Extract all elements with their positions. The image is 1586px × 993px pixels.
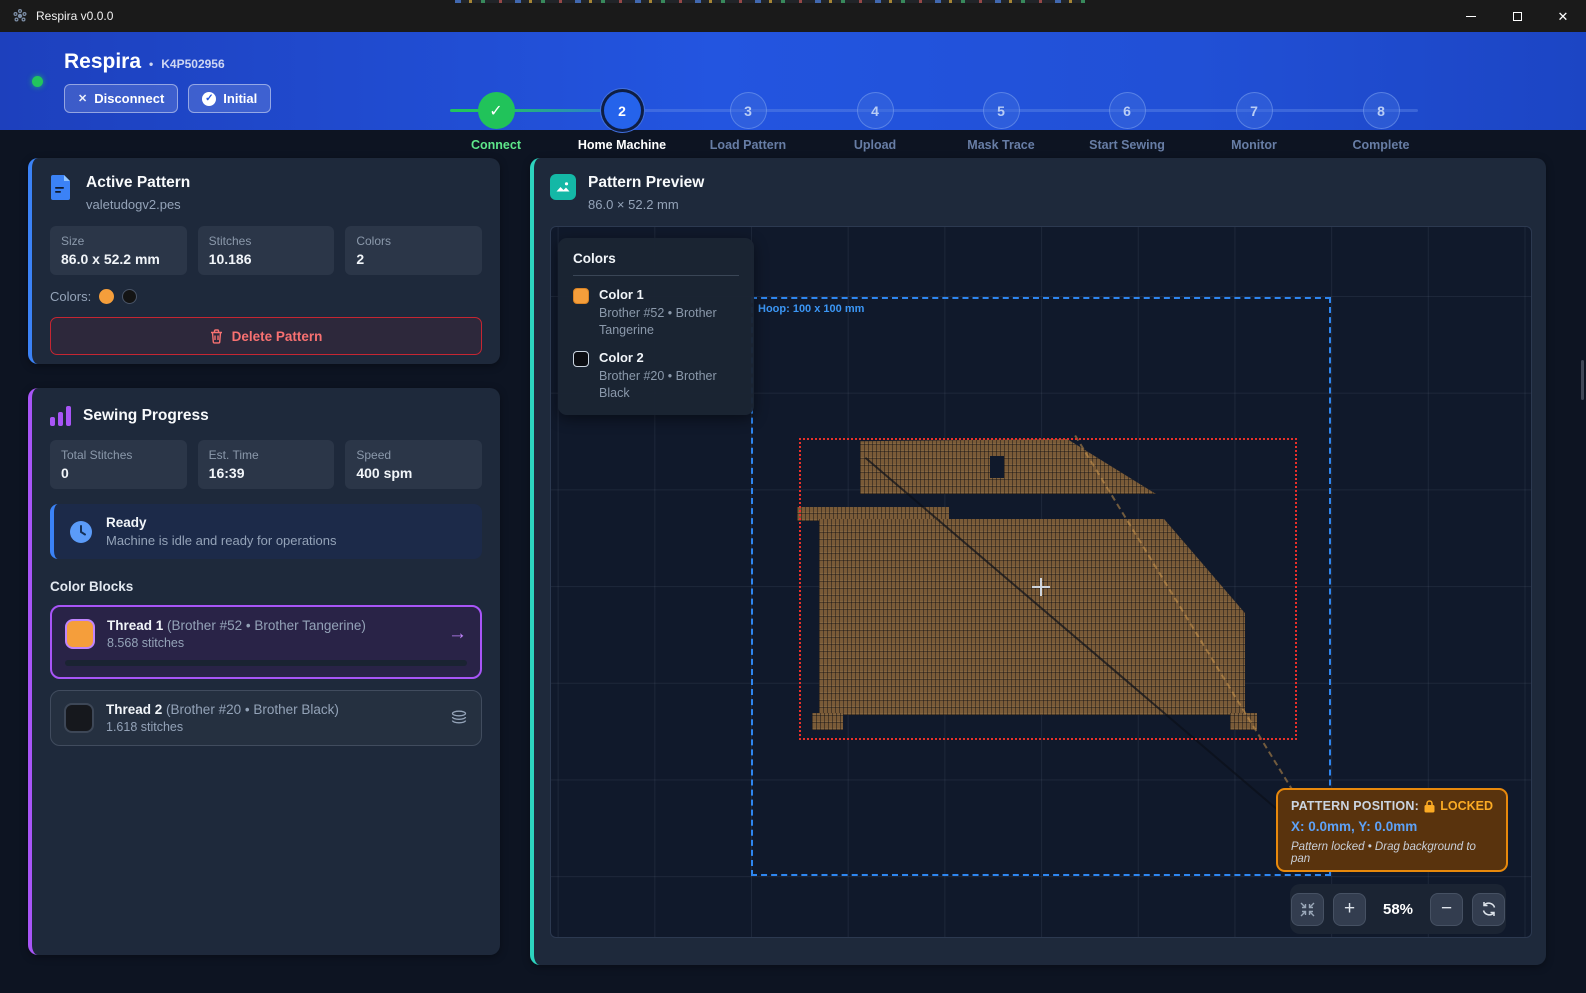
step-complete[interactable]: 8 Complete xyxy=(1318,92,1444,152)
pattern-dimensions: 86.0 × 52.2 mm xyxy=(588,197,704,212)
pattern-position-overlay: PATTERN POSITION: LOCKED X: 0.0mm, Y: 0.… xyxy=(1276,788,1508,872)
step-connect[interactable]: ✓ Connect xyxy=(433,92,559,152)
legend-color-1: Color 1 Brother #52 • Brother Tangerine xyxy=(573,287,739,339)
pattern-preview-title: Pattern Preview xyxy=(588,174,704,192)
step-monitor[interactable]: 7 Monitor xyxy=(1191,92,1317,152)
sewing-progress-card: Sewing Progress Total Stitches 0 Est. Ti… xyxy=(28,388,500,955)
step-mask-trace[interactable]: 5 Mask Trace xyxy=(938,92,1064,152)
plus-icon: + xyxy=(1344,898,1355,920)
maximize-button[interactable] xyxy=(1494,0,1540,32)
preview-canvas[interactable]: Hoop: 100 x 100 mm Colors Color 1 xyxy=(550,226,1532,938)
sewing-progress-title: Sewing Progress xyxy=(83,407,209,425)
lock-icon xyxy=(1424,800,1435,813)
thread-1-stitches: 8.568 stitches xyxy=(107,636,366,650)
active-pattern-title: Active Pattern xyxy=(86,174,190,192)
trash-icon xyxy=(210,329,223,344)
stat-stitches: Stitches 10.186 xyxy=(198,226,335,275)
machine-serial: K4P502956 xyxy=(161,57,224,71)
color-swatch-2 xyxy=(122,289,137,304)
close-x-icon: ✕ xyxy=(78,92,87,105)
delete-pattern-button[interactable]: Delete Pattern xyxy=(50,317,482,355)
clock-icon xyxy=(68,519,94,545)
colors-legend-panel: Colors Color 1 Brother #52 • Brother Tan… xyxy=(558,238,754,415)
bar-chart-icon xyxy=(50,406,71,426)
thread-block-1[interactable]: Thread 1 (Brother #52 • Brother Tangerin… xyxy=(50,605,482,679)
app-logo-icon xyxy=(12,8,28,24)
legend-swatch-2 xyxy=(573,351,589,367)
minimize-button[interactable] xyxy=(1448,0,1494,32)
reset-view-button[interactable] xyxy=(1472,893,1505,926)
status-description: Machine is idle and ready for operations xyxy=(106,533,337,548)
pattern-preview-card: Pattern Preview 86.0 × 52.2 mm Hoop: 100… xyxy=(530,158,1546,965)
zoom-in-button[interactable]: + xyxy=(1333,893,1366,926)
stat-colors: Colors 2 xyxy=(345,226,482,275)
thread-block-2[interactable]: Thread 2 (Brother #20 • Brother Black) 1… xyxy=(50,690,482,746)
fit-to-screen-button[interactable] xyxy=(1291,893,1324,926)
window-title: Respira v0.0.0 xyxy=(36,9,113,23)
image-icon xyxy=(550,174,576,200)
refresh-icon xyxy=(1481,901,1497,917)
arrow-right-icon[interactable]: → xyxy=(448,623,467,645)
thread-1-name: Thread 1 (Brother #52 • Brother Tangerin… xyxy=(107,618,366,633)
stat-speed: Speed 400 spm xyxy=(345,440,482,489)
step-home-machine[interactable]: 2 Home Machine xyxy=(559,92,685,152)
minimize-icon xyxy=(1466,16,1476,17)
machine-status-banner: Ready Machine is idle and ready for oper… xyxy=(50,504,482,559)
background-artifact xyxy=(455,0,1085,3)
check-circle-icon: ✓ xyxy=(202,92,216,106)
zoom-out-button[interactable]: − xyxy=(1430,893,1463,926)
layers-icon xyxy=(450,710,468,726)
initial-button[interactable]: ✓ Initial xyxy=(188,84,271,113)
stat-total-stitches: Total Stitches 0 xyxy=(50,440,187,489)
status-title: Ready xyxy=(106,515,337,530)
pattern-coordinates: X: 0.0mm, Y: 0.0mm xyxy=(1291,819,1493,834)
stat-est-time: Est. Time 16:39 xyxy=(198,440,335,489)
legend-swatch-1 xyxy=(573,288,589,304)
bullet-separator: • xyxy=(149,57,153,71)
step-upload[interactable]: 4 Upload xyxy=(812,92,938,152)
thread-2-stitches: 1.618 stitches xyxy=(106,720,339,734)
active-pattern-card: Active Pattern valetudogv2.pes Size 86.0… xyxy=(28,158,500,364)
thread-2-name: Thread 2 (Brother #20 • Brother Black) xyxy=(106,702,339,717)
pattern-position-label: PATTERN POSITION: xyxy=(1291,799,1419,813)
zoom-controls: + 58% − xyxy=(1290,884,1506,934)
thread-2-swatch xyxy=(64,703,94,733)
thread-1-progress-bar xyxy=(65,660,467,666)
workflow-stepper: ✓ Connect 2 Home Machine 3 Load Pattern … xyxy=(450,78,1450,158)
colors-legend-title: Colors xyxy=(573,251,739,276)
color-swatch-1 xyxy=(99,289,114,304)
connection-status-dot xyxy=(32,76,43,87)
zoom-level: 58% xyxy=(1375,901,1421,918)
colors-label: Colors: xyxy=(50,289,91,304)
legend-color-2: Color 2 Brother #20 • Brother Black xyxy=(573,350,739,402)
thread-1-swatch xyxy=(65,619,95,649)
app-window: Respira v0.0.0 ✕ Respira • K4P502956 ✕ D… xyxy=(0,0,1586,993)
brand-name: Respira xyxy=(64,50,141,74)
close-icon: ✕ xyxy=(1558,10,1569,23)
hoop-label: Hoop: 100 x 100 mm xyxy=(758,303,864,315)
pattern-bounding-box xyxy=(799,438,1297,740)
maximize-icon xyxy=(1513,12,1522,21)
color-blocks-label: Color Blocks xyxy=(50,579,482,594)
titlebar: Respira v0.0.0 ✕ xyxy=(0,0,1586,32)
close-button[interactable]: ✕ xyxy=(1540,0,1586,32)
disconnect-button[interactable]: ✕ Disconnect xyxy=(64,84,178,113)
pattern-filename: valetudogv2.pes xyxy=(86,197,190,212)
scrollbar-thumb[interactable] xyxy=(1581,360,1584,400)
app-header: Respira • K4P502956 ✕ Disconnect ✓ Initi… xyxy=(0,32,1586,130)
compress-icon xyxy=(1300,902,1315,917)
minus-icon: − xyxy=(1441,898,1452,920)
step-start-sewing[interactable]: 6 Start Sewing xyxy=(1064,92,1190,152)
locked-badge: LOCKED xyxy=(1424,799,1493,813)
step-load-pattern[interactable]: 3 Load Pattern xyxy=(685,92,811,152)
pattern-lock-hint: Pattern locked • Drag background to pan xyxy=(1291,841,1493,865)
stat-size: Size 86.0 x 52.2 mm xyxy=(50,226,187,275)
file-icon xyxy=(50,174,74,205)
